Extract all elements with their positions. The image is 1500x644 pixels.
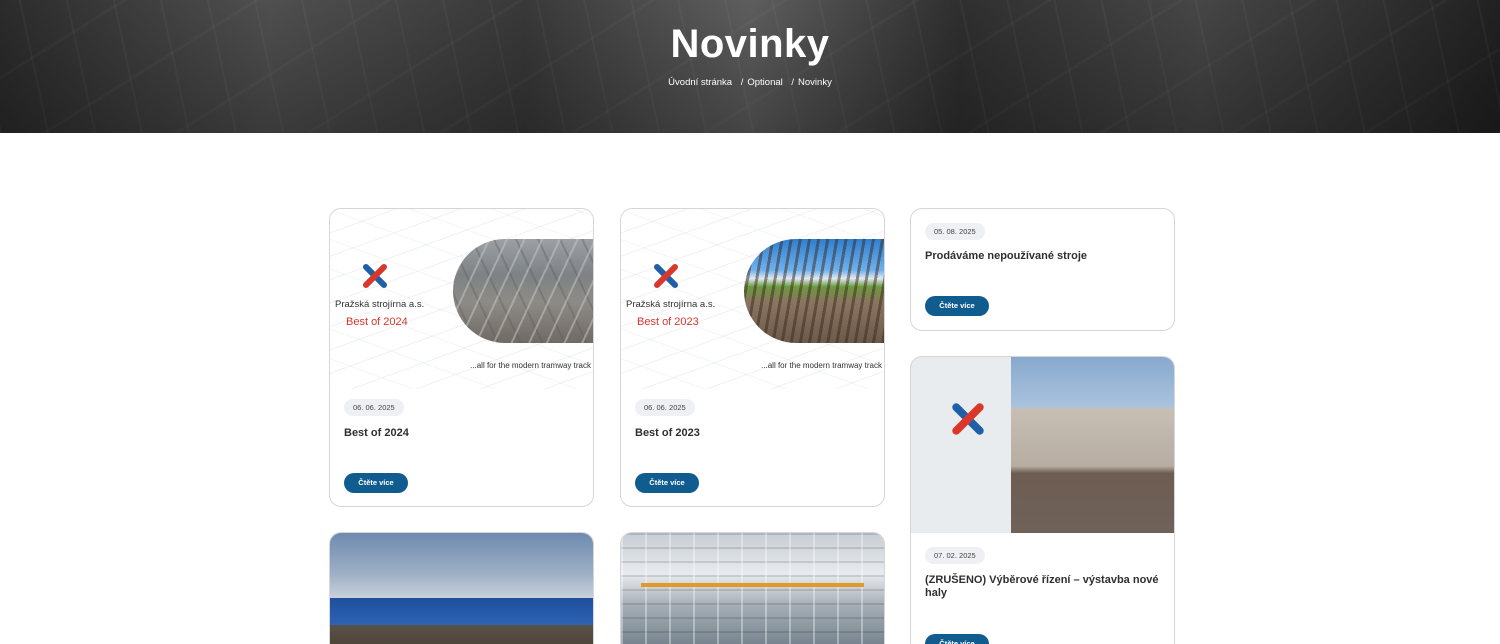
page-hero: Novinky Úvodní stránka / Optional / Novink… [0,0,1500,133]
news-card-image[interactable]: Pražská strojírna a.s. Best of 2023 ...a… [621,209,884,389]
promo-company-name: Pražská strojírna a.s. [626,299,716,310]
promo-tagline: ...all for the modern tramway track [470,361,591,370]
read-more-button[interactable]: Čtěte více [635,473,699,493]
news-card-image[interactable] [330,533,593,644]
breadcrumb-current: Novinky [798,77,832,88]
promo-photo [453,239,593,343]
date-badge: 07. 02. 2025 [925,547,985,564]
news-card[interactable] [329,532,594,644]
breadcrumb: Úvodní stránka / Optional / Novinky [0,77,1500,88]
promo-headline: Best of 2023 [637,316,699,328]
news-card-image[interactable]: Pražská strojírna a.s. Best of 2024 ...a… [330,209,593,389]
promo-headline: Best of 2024 [346,316,408,328]
read-more-button[interactable]: Čtěte více [925,296,989,316]
news-card-title[interactable]: (ZRUŠENO) Výběrové řízení – výstavba nov… [925,574,1160,600]
date-badge: 05. 08. 2025 [925,223,985,240]
news-card-title[interactable]: Best of 2024 [344,427,579,440]
news-card-title[interactable]: Best of 2023 [635,427,870,440]
company-logo-icon [654,264,678,288]
breadcrumb-optional-link[interactable]: Optional [747,77,782,88]
date-badge: 06. 06. 2025 [635,399,695,416]
news-card[interactable]: 07. 02. 2025 (ZRUŠENO) Výběrové řízení –… [910,356,1175,644]
breadcrumb-separator: / [740,77,744,88]
news-card-image[interactable] [911,357,1174,533]
news-card[interactable]: Pražská strojírna a.s. Best of 2024 ...a… [329,208,594,507]
read-more-button[interactable]: Čtěte více [344,473,408,493]
date-badge: 06. 06. 2025 [344,399,404,416]
promo-photo [744,239,884,343]
breadcrumb-separator: / [791,77,795,88]
news-card-image[interactable] [621,533,884,644]
news-card[interactable] [620,532,885,644]
news-card-title[interactable]: Prodáváme nepoužívané stroje [925,250,1160,263]
page-title: Novinky [670,22,830,66]
company-logo-icon [952,403,984,435]
breadcrumb-home-link[interactable]: Úvodní stránka [668,77,732,88]
crane-beam [641,583,864,587]
read-more-button[interactable]: Čtěte více [925,634,989,644]
news-card[interactable]: Pražská strojírna a.s. Best of 2023 ...a… [620,208,885,507]
company-logo-icon [363,264,387,288]
promo-tagline: ...all for the modern tramway track [761,361,882,370]
news-card[interactable]: 05. 08. 2025 Prodáváme nepoužívané stroj… [910,208,1175,331]
promo-company-name: Pražská strojírna a.s. [335,299,425,310]
